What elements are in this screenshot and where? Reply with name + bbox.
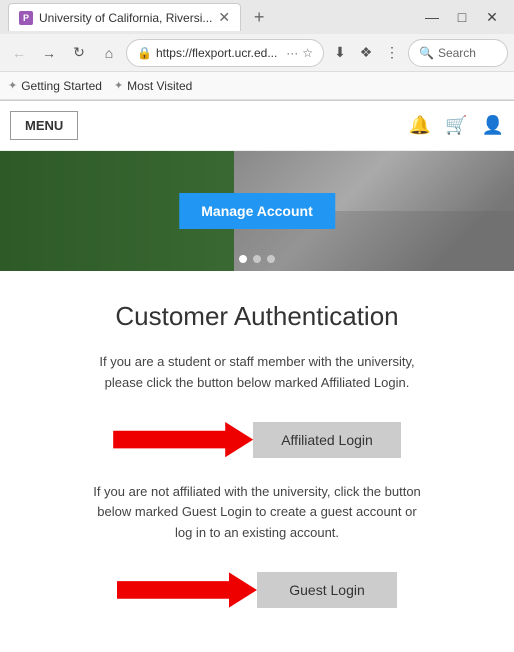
affiliated-login-button[interactable]: Affiliated Login: [253, 422, 401, 458]
bookmark-label-most-visited: Most Visited: [127, 79, 192, 93]
toolbar-icons: ⬇ ❖ ⋮: [328, 41, 404, 65]
menu-button[interactable]: MENU: [10, 111, 78, 140]
tab-favicon: [19, 11, 33, 25]
user-icon[interactable]: 👤: [482, 115, 504, 136]
bookmark-star-icon[interactable]: ☆: [302, 46, 313, 60]
bookmark-getting-started[interactable]: ✦ Getting Started: [8, 79, 102, 93]
guest-desc: If you are not affiliated with the unive…: [87, 482, 427, 544]
bookmark-label-getting-started: Getting Started: [21, 79, 102, 93]
site-nav: MENU 🔔 🛒 👤: [0, 101, 514, 151]
nav-right-icons: 🔔 🛒 👤: [409, 115, 504, 136]
more-tools-icon[interactable]: ⋮: [380, 41, 404, 65]
minimize-button[interactable]: —: [418, 3, 446, 31]
nav-bar: ← → ↻ ⌂ 🔒 https://flexport.ucr.ed... ···…: [0, 34, 514, 72]
affiliated-desc: If you are a student or staff member wit…: [87, 352, 427, 394]
guest-arrow: [117, 568, 257, 612]
lock-icon: 🔒: [137, 46, 152, 60]
bell-icon[interactable]: 🔔: [409, 115, 431, 136]
hero-dot-3[interactable]: [267, 255, 275, 263]
search-bar[interactable]: 🔍 Search: [408, 39, 508, 67]
close-button[interactable]: ✕: [478, 3, 506, 31]
bookmark-most-visited[interactable]: ✦ Most Visited: [114, 79, 192, 93]
hero-dot-2[interactable]: [253, 255, 261, 263]
guest-login-button[interactable]: Guest Login: [257, 572, 397, 608]
forward-button[interactable]: →: [36, 40, 62, 66]
address-text: https://flexport.ucr.ed...: [156, 46, 282, 60]
reload-button[interactable]: ↻: [66, 40, 92, 66]
bookmarks-bar: ✦ Getting Started ✦ Most Visited: [0, 72, 514, 100]
bookmark-icon-getting-started: ✦: [8, 79, 17, 92]
auth-title: Customer Authentication: [20, 301, 494, 332]
hero-dots: [239, 255, 275, 263]
tab-bar: University of California, Riversi... ✕ +…: [0, 0, 514, 34]
active-tab[interactable]: University of California, Riversi... ✕: [8, 3, 241, 31]
cart-icon[interactable]: 🛒: [445, 115, 467, 136]
tab-title: University of California, Riversi...: [39, 11, 212, 25]
bookmark-icon-most-visited: ✦: [114, 79, 123, 92]
affiliated-arrow: [113, 418, 253, 462]
back-button[interactable]: ←: [6, 40, 32, 66]
search-icon: 🔍: [419, 46, 434, 60]
search-placeholder: Search: [438, 46, 476, 60]
browser-chrome: University of California, Riversi... ✕ +…: [0, 0, 514, 101]
new-tab-button[interactable]: +: [245, 3, 273, 31]
affiliated-login-row: Affiliated Login: [20, 418, 494, 462]
window-controls: — □ ✕: [418, 3, 506, 31]
address-icons: ··· ☆: [286, 46, 313, 60]
tab-close-button[interactable]: ✕: [218, 9, 230, 26]
page-content: MENU 🔔 🛒 👤 Manage Account Customer Authe…: [0, 101, 514, 652]
guest-login-row: Guest Login: [20, 568, 494, 612]
extensions-icon[interactable]: ❖: [354, 41, 378, 65]
hero-dot-1[interactable]: [239, 255, 247, 263]
auth-section: Customer Authentication If you are a stu…: [0, 271, 514, 652]
download-icon[interactable]: ⬇: [328, 41, 352, 65]
hero-banner: Manage Account: [0, 151, 514, 271]
manage-account-button[interactable]: Manage Account: [179, 193, 335, 229]
home-button[interactable]: ⌂: [96, 40, 122, 66]
maximize-button[interactable]: □: [448, 3, 476, 31]
ellipsis-icon[interactable]: ···: [286, 46, 298, 60]
address-bar[interactable]: 🔒 https://flexport.ucr.ed... ··· ☆: [126, 39, 324, 67]
